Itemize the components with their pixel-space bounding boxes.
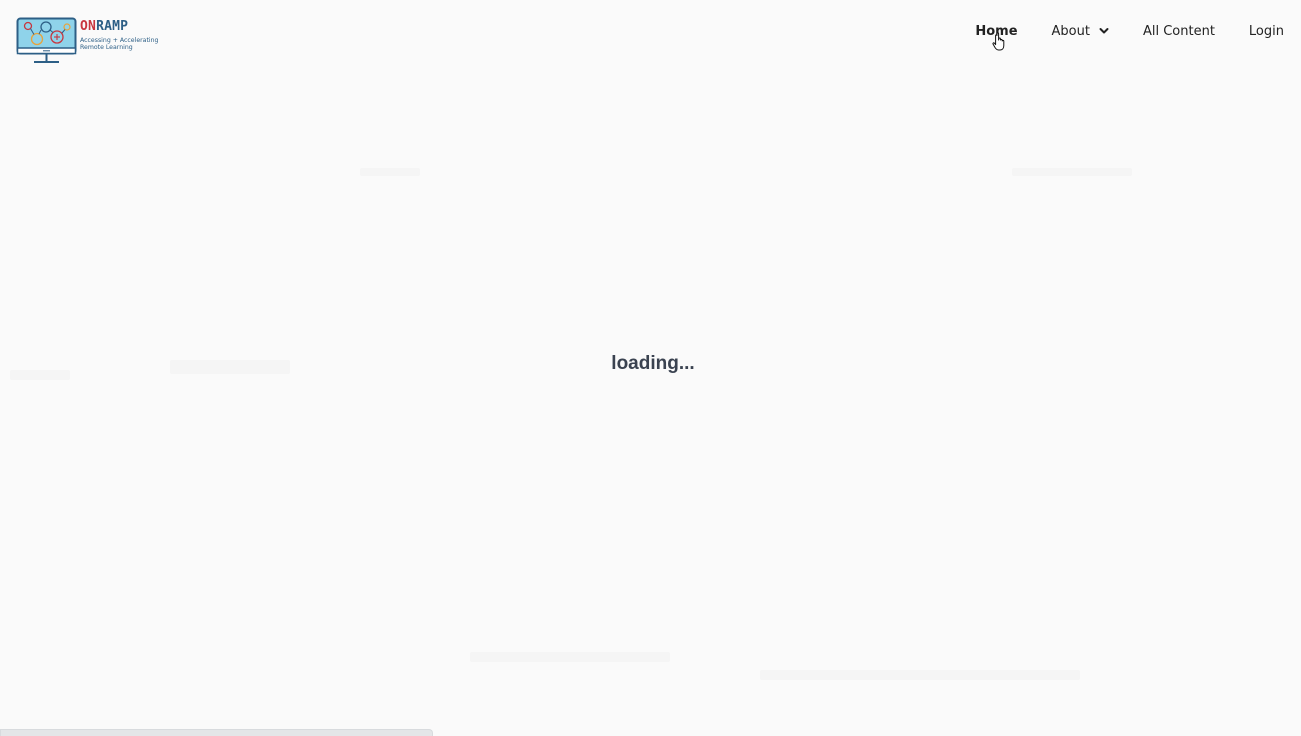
nav-item-label: About <box>1051 23 1090 39</box>
nav-item-login[interactable]: Login <box>1249 24 1284 39</box>
brand-name: ONRAMP <box>80 20 128 34</box>
nav-item-all-content[interactable]: All Content <box>1143 24 1215 39</box>
chevron-down-icon[interactable] <box>1099 27 1109 35</box>
hand-pointer-cursor-icon <box>992 32 1005 51</box>
ghost-text <box>360 168 420 176</box>
loading-indicator: loading... <box>611 353 695 374</box>
site-logo-link[interactable]: ONRAMP Accessing + Accelerating Remote L… <box>16 17 161 65</box>
main-nav: Home About All Content Login <box>975 20 1284 42</box>
brand-name-part2: RAMP <box>96 19 129 34</box>
nav-item-label: Login <box>1248 23 1284 39</box>
page: ONRAMP Accessing + Accelerating Remote L… <box>0 0 1301 736</box>
brand-tagline: Accessing + Accelerating Remote Learning <box>80 37 159 51</box>
nav-item-about[interactable]: About <box>1052 24 1109 39</box>
computer-monitor-logo-icon <box>16 17 77 63</box>
site-header: ONRAMP Accessing + Accelerating Remote L… <box>0 0 1301 70</box>
ghost-text <box>1012 168 1132 176</box>
ghost-text <box>470 652 670 662</box>
ghost-text <box>760 670 1080 680</box>
nav-item-label: All Content <box>1142 23 1215 39</box>
brand-name-part1: ON <box>80 19 97 34</box>
ghost-scroll-bar <box>0 729 433 736</box>
